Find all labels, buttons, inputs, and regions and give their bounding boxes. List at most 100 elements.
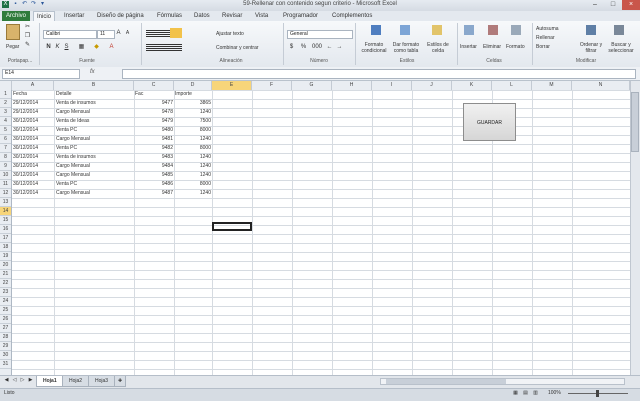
- table-cell[interactable]: 9484: [135, 162, 173, 171]
- row-header[interactable]: 29: [0, 342, 11, 351]
- table-cell[interactable]: 9482: [135, 144, 173, 153]
- close-button[interactable]: ×: [622, 0, 640, 10]
- bold-button[interactable]: N: [45, 44, 52, 51]
- row-header[interactable]: 25: [0, 306, 11, 315]
- format-table-button[interactable]: Dar formato como tabla: [392, 42, 420, 54]
- column-header[interactable]: B: [54, 81, 134, 90]
- first-sheet-icon[interactable]: ◀: [3, 377, 10, 384]
- column-header[interactable]: N: [572, 81, 630, 90]
- tab-data[interactable]: Datos: [194, 11, 210, 21]
- table-cell[interactable]: 1240: [175, 189, 211, 198]
- zoom-level[interactable]: 100%: [548, 390, 561, 396]
- table-cell[interactable]: Venta PC: [56, 180, 133, 189]
- insert-cells-icon[interactable]: [464, 25, 474, 35]
- row-header[interactable]: 18: [0, 243, 11, 252]
- orientation-icon[interactable]: [170, 28, 182, 38]
- table-cell[interactable]: 1240: [175, 171, 211, 180]
- column-header[interactable]: C: [134, 81, 174, 90]
- delete-cells-icon[interactable]: [488, 25, 498, 35]
- table-cell[interactable]: 9485: [135, 171, 173, 180]
- wrap-text-button[interactable]: Ajustar texto: [216, 31, 244, 37]
- insert-sheet-icon[interactable]: ✚: [114, 376, 127, 387]
- save-icon[interactable]: ▪: [12, 1, 19, 8]
- row-header[interactable]: 22: [0, 279, 11, 288]
- row-header[interactable]: 27: [0, 324, 11, 333]
- row-header[interactable]: 26: [0, 315, 11, 324]
- sort-filter-button[interactable]: Ordenar y filtrar: [577, 42, 605, 54]
- horizontal-align-icons[interactable]: [146, 44, 182, 51]
- table-cell[interactable]: 30/12/2014: [13, 153, 53, 162]
- table-header-cell[interactable]: Detalle: [56, 90, 133, 99]
- paste-label[interactable]: Pegar: [6, 44, 19, 50]
- page-layout-view-icon[interactable]: ▤: [522, 390, 529, 397]
- table-cell[interactable]: 9479: [135, 117, 173, 126]
- table-cell[interactable]: 9478: [135, 108, 173, 117]
- active-cell-e14[interactable]: [212, 222, 252, 231]
- row-header[interactable]: 5: [0, 126, 11, 135]
- fill-button[interactable]: Rellenar: [536, 35, 555, 41]
- last-sheet-icon[interactable]: ▶: [27, 377, 34, 384]
- row-header[interactable]: 24: [0, 297, 11, 306]
- row-header[interactable]: 19: [0, 252, 11, 261]
- autosum-button[interactable]: Autosuma: [536, 26, 559, 32]
- table-cell[interactable]: Venta de insumos: [56, 153, 133, 162]
- table-cell[interactable]: 8000: [175, 144, 211, 153]
- column-header[interactable]: E: [212, 81, 252, 90]
- row-header[interactable]: 8: [0, 153, 11, 162]
- table-cell[interactable]: Cargo Mensual: [56, 162, 133, 171]
- table-cell[interactable]: 30/12/2014: [13, 117, 53, 126]
- copy-icon[interactable]: ❐: [24, 33, 31, 40]
- find-select-button[interactable]: Buscar y seleccionar: [606, 42, 636, 54]
- row-header[interactable]: 13: [0, 198, 11, 207]
- column-header[interactable]: A: [12, 81, 54, 90]
- column-header[interactable]: L: [492, 81, 532, 90]
- percent-button[interactable]: %: [300, 44, 307, 51]
- tab-file[interactable]: Archivo: [2, 11, 31, 21]
- sort-filter-icon[interactable]: [586, 25, 596, 35]
- table-cell[interactable]: 30/12/2014: [13, 162, 53, 171]
- maximize-button[interactable]: □: [604, 0, 622, 10]
- row-header[interactable]: 11: [0, 180, 11, 189]
- table-cell[interactable]: Cargo Mensual: [56, 189, 133, 198]
- table-cell[interactable]: Cargo Mensual: [56, 171, 133, 180]
- normal-view-icon[interactable]: ▦: [512, 390, 519, 397]
- prev-sheet-icon[interactable]: ◁: [11, 377, 18, 384]
- table-cell[interactable]: 3865: [175, 99, 211, 108]
- vertical-scroll-thumb[interactable]: [631, 92, 639, 152]
- row-header[interactable]: 7: [0, 144, 11, 153]
- thousands-button[interactable]: 000: [311, 44, 323, 51]
- format-painter-icon[interactable]: ✎: [24, 42, 31, 49]
- table-cell[interactable]: 7500: [175, 117, 211, 126]
- italic-button[interactable]: K: [54, 44, 61, 51]
- table-cell[interactable]: 9483: [135, 153, 173, 162]
- minimize-button[interactable]: –: [586, 0, 604, 10]
- table-cell[interactable]: 30/12/2014: [13, 171, 53, 180]
- sheet-tab-hoja1[interactable]: Hoja1: [36, 376, 64, 387]
- formula-input[interactable]: [122, 69, 636, 79]
- cell-styles-icon[interactable]: [432, 25, 442, 35]
- table-cell[interactable]: Cargo Mensual: [56, 135, 133, 144]
- select-all-corner[interactable]: [0, 81, 12, 90]
- table-cell[interactable]: Cargo Mensual: [56, 108, 133, 117]
- table-cell[interactable]: 8000: [175, 180, 211, 189]
- row-header[interactable]: 14: [0, 207, 11, 216]
- format-table-icon[interactable]: [400, 25, 410, 35]
- tab-addins[interactable]: Complementos: [332, 11, 372, 21]
- table-cell[interactable]: 29/12/2014: [13, 99, 53, 108]
- customize-toolbar-icon[interactable]: ▾: [39, 1, 46, 8]
- column-header[interactable]: I: [372, 81, 412, 90]
- horizontal-scroll-thumb[interactable]: [386, 379, 506, 384]
- undo-icon[interactable]: ↶: [21, 1, 28, 8]
- font-name-select[interactable]: Calibri: [43, 30, 97, 39]
- cut-icon[interactable]: ✂: [24, 24, 31, 31]
- row-header[interactable]: 1: [0, 90, 11, 99]
- table-cell[interactable]: 30/12/2014: [13, 126, 53, 135]
- row-header[interactable]: 3: [0, 108, 11, 117]
- tab-page-layout[interactable]: Diseño de página: [97, 11, 144, 21]
- font-color-icon[interactable]: A: [108, 44, 115, 51]
- format-cells-button[interactable]: Formato: [506, 44, 525, 50]
- table-cell[interactable]: 1240: [175, 135, 211, 144]
- table-cell[interactable]: 1240: [175, 153, 211, 162]
- row-header[interactable]: 20: [0, 261, 11, 270]
- table-cell[interactable]: 1240: [175, 162, 211, 171]
